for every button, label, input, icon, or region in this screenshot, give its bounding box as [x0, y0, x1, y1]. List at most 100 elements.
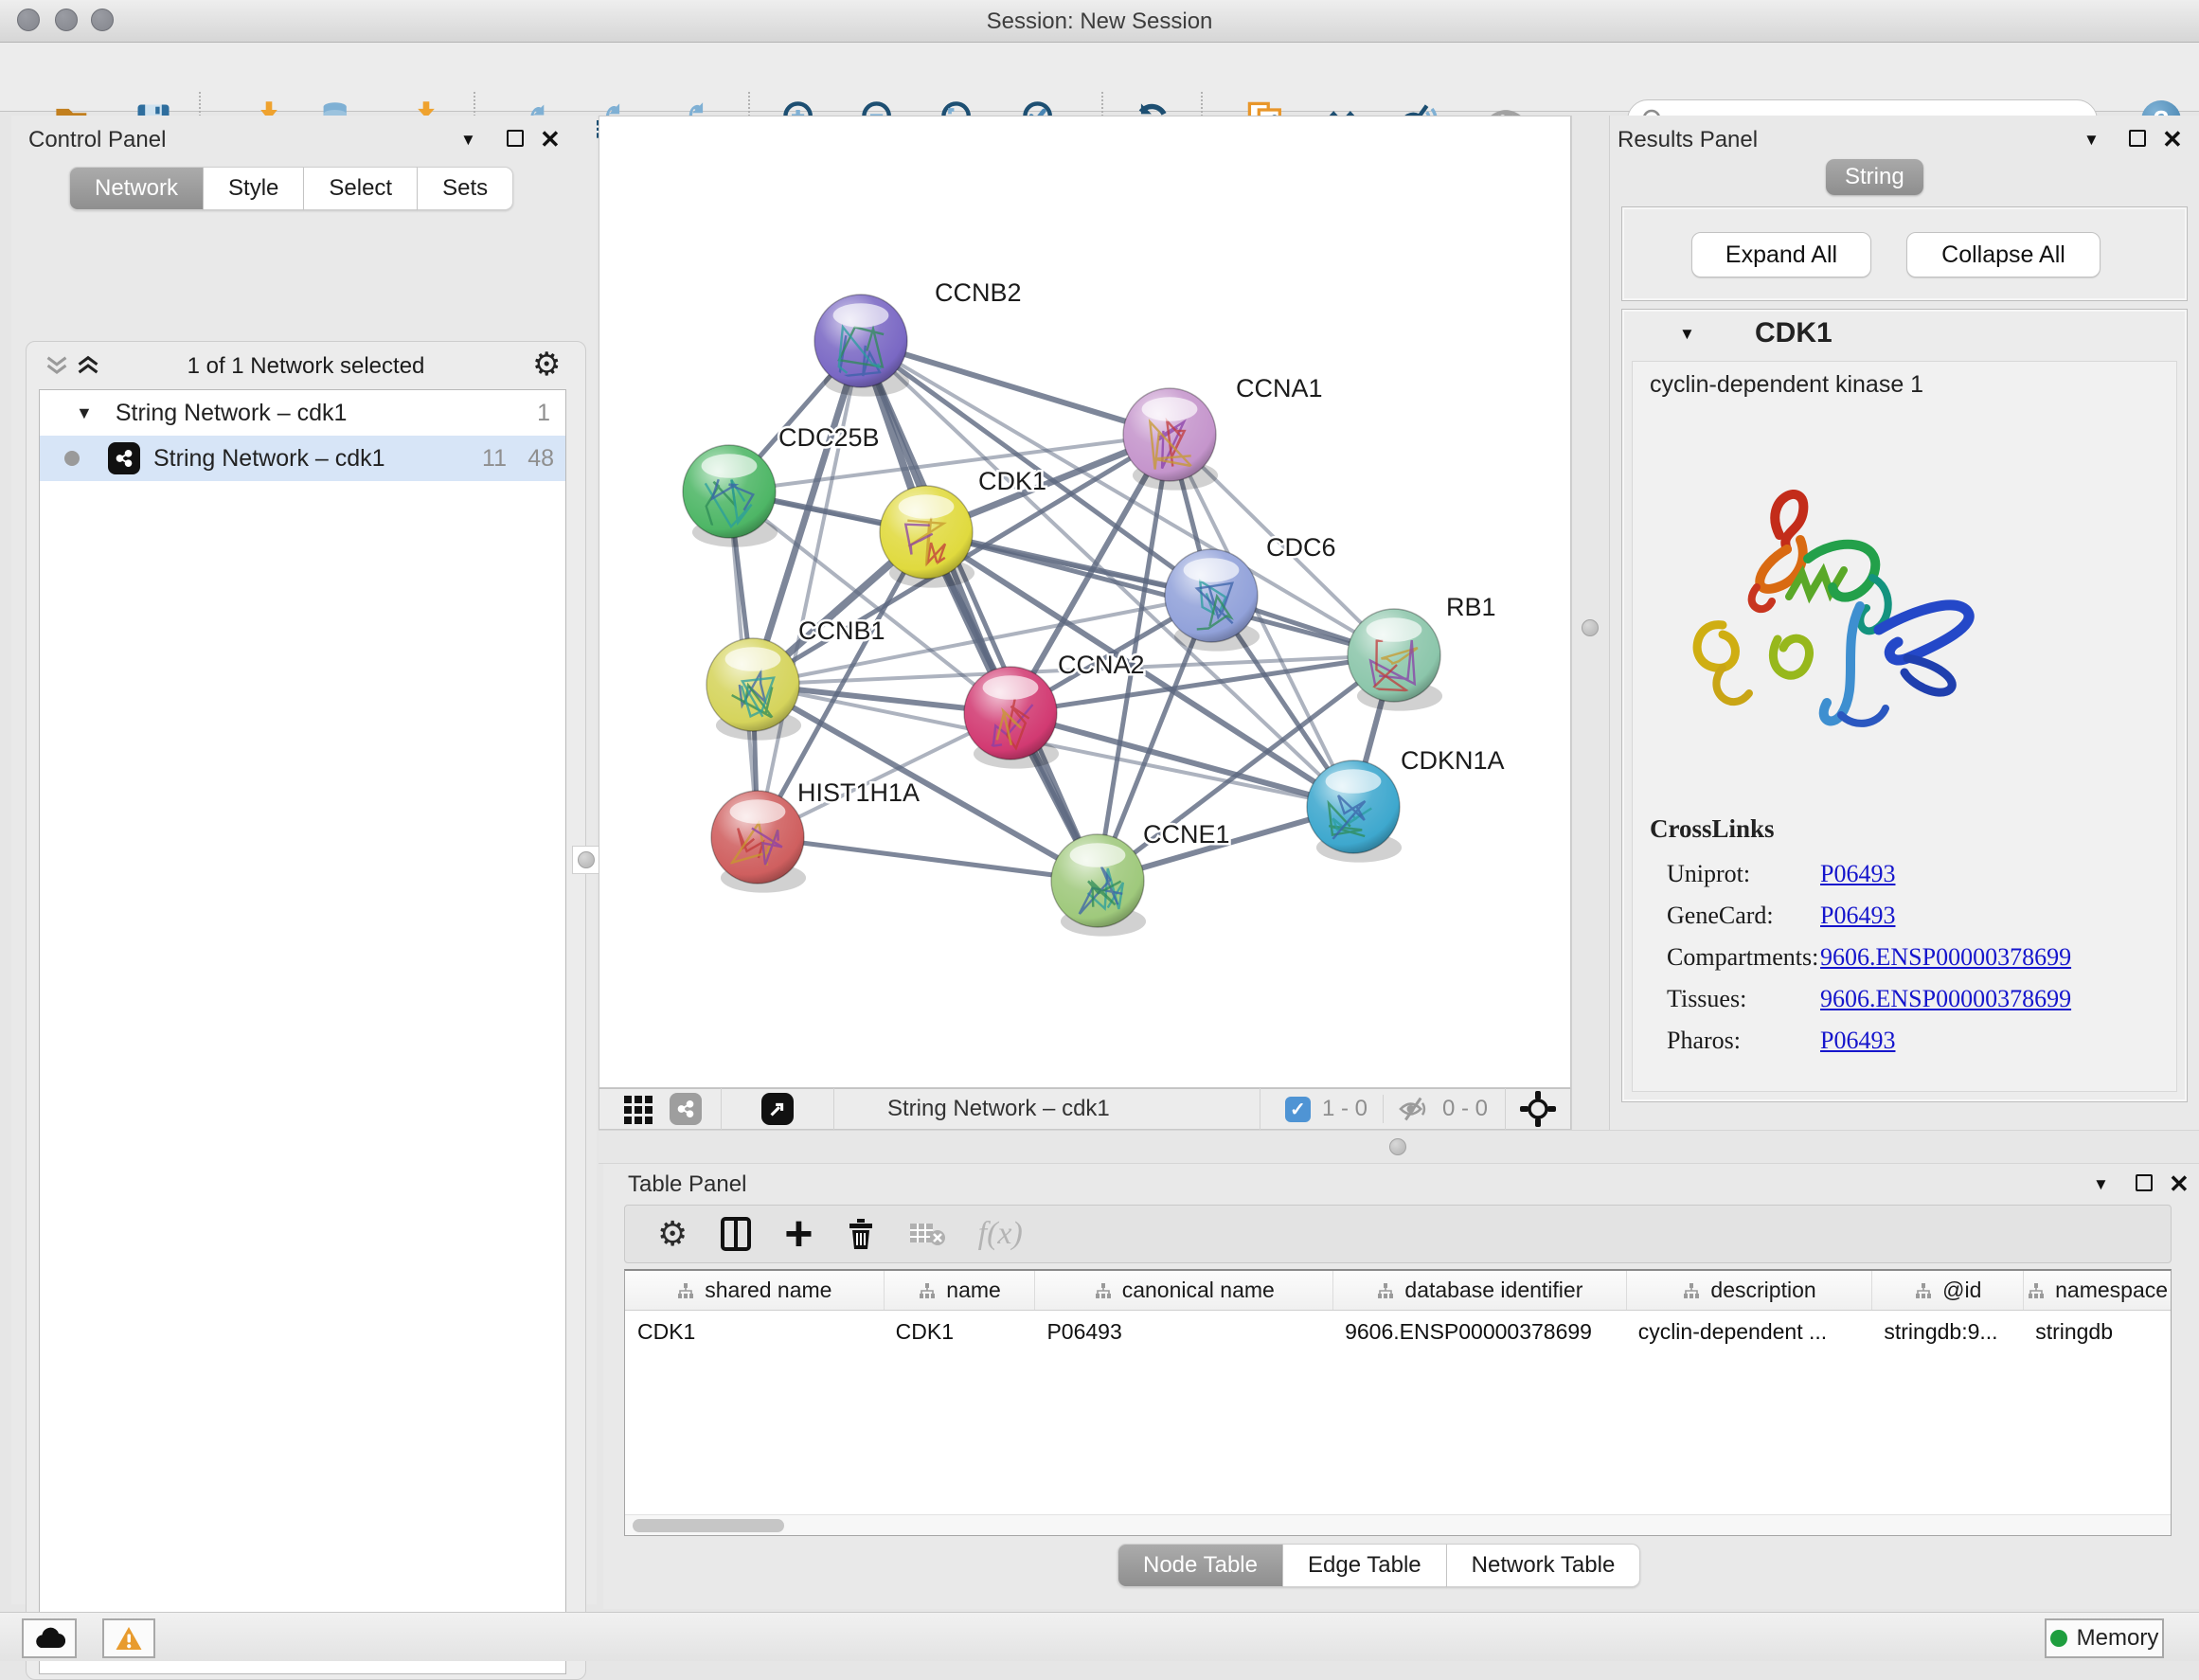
table-cell[interactable]: cyclin-dependent ...	[1626, 1319, 1872, 1345]
network-canvas[interactable]: CCNB2CCNA1CDC25BCDK1CDC6RB1CCNB1CCNA2CDK…	[599, 116, 1571, 1088]
tab-edge-table[interactable]: Edge Table	[1283, 1544, 1447, 1587]
crosslink-link[interactable]: 9606.ENSP00000378699	[1820, 985, 2071, 1013]
table-cell[interactable]: P06493	[1034, 1319, 1332, 1345]
table-panel-title: Table Panel	[628, 1171, 746, 1198]
control-panel-close-icon[interactable]: ✕	[540, 125, 561, 154]
toolbar-separator	[721, 1088, 722, 1130]
column-type-icon	[918, 1281, 937, 1300]
warning-status-button[interactable]	[102, 1618, 155, 1658]
selected-checkbox-icon[interactable]: ✓	[1285, 1097, 1311, 1122]
network-edge[interactable]	[758, 341, 861, 837]
results-panel-menu-icon[interactable]: ▼	[2083, 131, 2100, 150]
network-collection-row[interactable]: ▼ String Network – cdk1 1	[40, 390, 565, 436]
network-graph[interactable]: CCNB2CCNA1CDC25BCDK1CDC6RB1CCNB1CCNA2CDK…	[599, 116, 1570, 1087]
tab-network[interactable]: Network	[69, 167, 204, 210]
table-row[interactable]: CDK1CDK1P064939606.ENSP00000378699cyclin…	[625, 1311, 2171, 1352]
collapse-all-button[interactable]: Collapse All	[1906, 232, 2101, 277]
table-cell[interactable]: CDK1	[625, 1319, 884, 1345]
control-panel-float-icon[interactable]	[507, 130, 524, 147]
column-header-@id[interactable]: @id	[1871, 1271, 2023, 1310]
tab-style[interactable]: Style	[204, 167, 304, 210]
column-header-description[interactable]: description	[1626, 1271, 1872, 1310]
memory-button[interactable]: Memory	[2045, 1618, 2164, 1658]
gene-name: CDK1	[1755, 317, 1832, 349]
table-panel-menu-icon[interactable]: ▼	[2093, 1175, 2109, 1194]
tab-select[interactable]: Select	[304, 167, 418, 210]
column-header-shared-name[interactable]: shared name	[625, 1271, 884, 1310]
network-selection-status: 1 of 1 Network selected	[27, 353, 585, 380]
crosslinks-title: CrossLinks	[1650, 814, 1775, 844]
crosslink-row: Tissues:9606.ENSP00000378699	[1667, 985, 2159, 1013]
table-cell[interactable]: stringdb:9...	[1871, 1319, 2023, 1345]
scrollbar-thumb[interactable]	[633, 1519, 784, 1532]
column-header-namespace[interactable]: namespace	[2023, 1271, 2171, 1310]
collection-expander-icon[interactable]: ▼	[76, 403, 93, 423]
column-header-name[interactable]: name	[884, 1271, 1035, 1310]
hidden-eye-slash-icon	[1397, 1095, 1433, 1123]
left-splitter-handle[interactable]	[572, 846, 600, 874]
memory-ok-dot-icon	[2050, 1630, 2067, 1647]
results-panel-close-icon[interactable]: ✕	[2162, 125, 2183, 154]
results-panel-float-icon[interactable]	[2129, 130, 2146, 147]
tab-node-table[interactable]: Node Table	[1117, 1544, 1283, 1587]
control-panel-tabs: NetworkStyleSelectSets	[69, 167, 513, 210]
crosslink-label: Uniprot:	[1667, 860, 1820, 888]
crosslink-link[interactable]: P06493	[1820, 1027, 1895, 1055]
crosslink-link[interactable]: 9606.ENSP00000378699	[1820, 943, 2071, 972]
results-panel-title: Results Panel	[1618, 127, 1758, 153]
node-label-CDC6: CDC6	[1266, 533, 1336, 562]
table-header-row: shared namenamecanonical namedatabase id…	[625, 1271, 2171, 1311]
table-panel-close-icon[interactable]: ✕	[2169, 1170, 2190, 1199]
column-type-icon	[2027, 1281, 2046, 1300]
column-header-canonical-name[interactable]: canonical name	[1034, 1271, 1332, 1310]
open-external-icon[interactable]	[761, 1093, 794, 1125]
gene-card-collapse-icon[interactable]: ▼	[1679, 325, 1695, 344]
tab-network-table[interactable]: Network Table	[1447, 1544, 1641, 1587]
gene-card-content: cyclin-dependent kinase 1	[1632, 361, 2177, 1092]
table-cell[interactable]: stringdb	[2023, 1319, 2171, 1345]
table-panel-float-icon[interactable]	[2136, 1174, 2153, 1191]
tab-string[interactable]: String	[1826, 159, 1923, 195]
network-edge[interactable]	[758, 837, 1098, 881]
crosshair-icon[interactable]	[1519, 1090, 1557, 1128]
node-table[interactable]: shared namenamecanonical namedatabase id…	[624, 1269, 2172, 1536]
string-view-badge-icon[interactable]	[670, 1093, 702, 1125]
crosslink-row: Uniprot:P06493	[1667, 860, 2159, 888]
vertical-splitter[interactable]	[1571, 116, 1610, 1130]
network-options-gear-icon[interactable]: ⚙	[532, 346, 561, 384]
show-columns-icon[interactable]	[720, 1216, 752, 1252]
tab-sets[interactable]: Sets	[418, 167, 513, 210]
add-column-icon[interactable]: +	[784, 1220, 813, 1248]
node-label-CCNE1: CCNE1	[1143, 820, 1230, 849]
horizontal-splitter[interactable]	[599, 1130, 2199, 1164]
status-bar: Memory	[0, 1612, 2199, 1661]
column-type-icon	[1094, 1281, 1113, 1300]
bottom-splitter-handle[interactable]	[1389, 1138, 1406, 1155]
table-cell[interactable]: CDK1	[884, 1319, 1035, 1345]
crosslink-row: GeneCard:P06493	[1667, 902, 2159, 930]
column-header-database-identifier[interactable]: database identifier	[1332, 1271, 1626, 1310]
hidden-count: 0 - 0	[1442, 1096, 1488, 1122]
gene-card: ▼ CDK1 cyclin-dependent kinase 1	[1621, 309, 2188, 1102]
crosslink-link[interactable]: P06493	[1820, 902, 1895, 930]
crosslink-label: Tissues:	[1667, 985, 1820, 1013]
toolbar-separator	[1383, 1095, 1384, 1123]
collection-count: 1	[537, 400, 550, 427]
column-type-icon	[1914, 1281, 1933, 1300]
birds-eye-grid-icon[interactable]	[622, 1092, 656, 1126]
table-options-gear-icon[interactable]: ⚙	[657, 1215, 688, 1254]
delete-column-trash-icon[interactable]	[846, 1216, 876, 1252]
table-cell[interactable]: 9606.ENSP00000378699	[1332, 1319, 1626, 1345]
table-horizontal-scrollbar[interactable]	[625, 1514, 2171, 1535]
crosslink-label: Compartments:	[1667, 943, 1820, 972]
node-label-CCNB2: CCNB2	[935, 278, 1022, 307]
network-row-selected[interactable]: String Network – cdk1 11 48	[40, 436, 565, 481]
network-panel-box: 1 of 1 Network selected ⚙ ▼ String Netwo…	[26, 341, 586, 1680]
expand-all-button[interactable]: Expand All	[1691, 232, 1871, 277]
control-panel-menu-icon[interactable]: ▼	[460, 131, 476, 150]
right-splitter-handle[interactable]	[1582, 619, 1599, 636]
cloud-status-button[interactable]	[22, 1618, 77, 1658]
network-edge[interactable]	[861, 341, 1170, 435]
window-title: Session: New Session	[0, 9, 2199, 35]
crosslink-link[interactable]: P06493	[1820, 860, 1895, 888]
